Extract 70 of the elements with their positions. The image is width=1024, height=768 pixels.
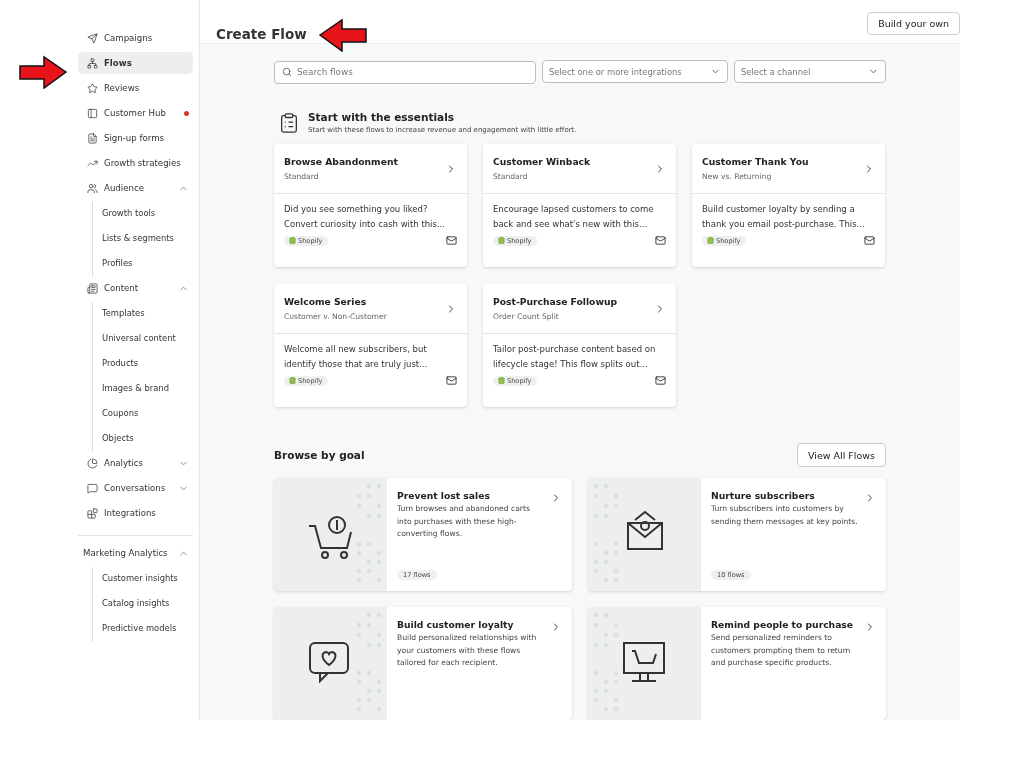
sidebar-subitem[interactable]: Catalog insights (102, 592, 193, 614)
card-description: Encourage lapsed customers to come back and see what's new with this... (492, 203, 655, 231)
annotation-arrow (18, 55, 68, 89)
bag-icon (289, 237, 296, 244)
mail-icon (446, 375, 457, 386)
sidebar-item[interactable]: Growth strategies (78, 152, 193, 174)
sidebar-item[interactable]: Campaigns (78, 27, 193, 49)
nav-icon (87, 457, 98, 469)
mail-icon (655, 375, 666, 386)
sidebar-subitem[interactable]: Objects (102, 427, 193, 449)
sidebar-subitem[interactable]: Customer insights (102, 567, 193, 589)
build-button[interactable]: Build your own (867, 12, 960, 35)
nav-icon (87, 32, 98, 44)
search-icon (282, 66, 292, 77)
goal-title: Remind people to purchase (711, 619, 855, 630)
nav-icon (87, 482, 98, 494)
card-title: Welcome Series (284, 296, 368, 307)
sidebar-item[interactable]: Analytics (78, 452, 193, 474)
bag-icon (498, 377, 505, 384)
sidebar-subitem[interactable]: Growth tools (102, 202, 193, 224)
bag-icon (289, 377, 296, 384)
goal-title: Prevent lost sales (397, 490, 491, 501)
nav-icon (87, 507, 98, 519)
bag-icon (498, 237, 505, 244)
sidebar-item[interactable]: Sign-up forms (78, 127, 193, 149)
sidebar-item[interactable]: Flows (78, 52, 193, 74)
sidebar-subitem[interactable]: Images & brand (102, 377, 193, 399)
goal-title: Nurture subscribers (711, 490, 816, 501)
checklist-icon (278, 111, 300, 134)
sidebar-item[interactable]: Reviews (78, 77, 193, 99)
sidebar-item[interactable]: Audience (78, 177, 193, 199)
mail-icon (446, 235, 457, 246)
card-description: Did you see something you liked? Convert curiosity into cash with this... (283, 203, 447, 231)
goal-title: Build customer loyalty (397, 619, 515, 630)
sidebar-subitem[interactable]: Profiles (102, 252, 193, 274)
nav-icon (87, 82, 98, 94)
card-description: Build customer loyalty by sending a thank you email post-purchase. This... (701, 203, 866, 231)
section-title: Browse by goal (274, 449, 365, 461)
card-title: Customer Thank You (702, 156, 810, 167)
sidebar-subitem[interactable]: Predictive models (102, 617, 193, 639)
sidebar-subitem[interactable]: Universal content (102, 327, 193, 349)
nav-icon (87, 57, 98, 69)
sidebar-item[interactable]: Customer Hub (78, 102, 193, 124)
sidebar-item[interactable]: Conversations (78, 477, 193, 499)
channel-dropdown[interactable]: Select a channel (734, 60, 886, 83)
section-title: Start with the essentials (308, 111, 455, 123)
card-description: Welcome all new subscribers, but identify those that are truly just... (283, 343, 429, 371)
sidebar-item[interactable]: Integrations (78, 502, 193, 524)
integrations-dropdown[interactable]: Select one or more integrations (542, 60, 728, 83)
sidebar-subitem[interactable]: Templates (102, 302, 193, 324)
card-title: Browse Abandonment (284, 156, 399, 167)
bag-icon (707, 237, 714, 244)
search-field[interactable]: Search flows (274, 60, 536, 84)
card-title: Customer Winback (493, 156, 592, 167)
mail-icon (655, 235, 666, 246)
card-title: Post-Purchase Followup (493, 296, 619, 307)
page-title: Create Flow (216, 26, 307, 42)
sidebar-subitem[interactable]: Products (102, 352, 193, 374)
sidebar-item[interactable]: Content (78, 277, 193, 299)
mail-icon (864, 235, 875, 246)
nav-icon (87, 107, 98, 119)
annotation-arrow (318, 18, 368, 52)
nav-icon (87, 182, 98, 194)
section-heading[interactable]: Marketing Analytics (78, 542, 193, 564)
sidebar-subitem[interactable]: Lists & segments (102, 227, 193, 249)
nav-icon (87, 282, 98, 294)
view-all-button[interactable]: View All Flows (797, 443, 886, 467)
card-description: Tailor post-purchase content based on lifecycle stage! This flow splits out... (492, 343, 657, 371)
nav-icon (87, 132, 98, 144)
sidebar-subitem[interactable]: Coupons (102, 402, 193, 424)
